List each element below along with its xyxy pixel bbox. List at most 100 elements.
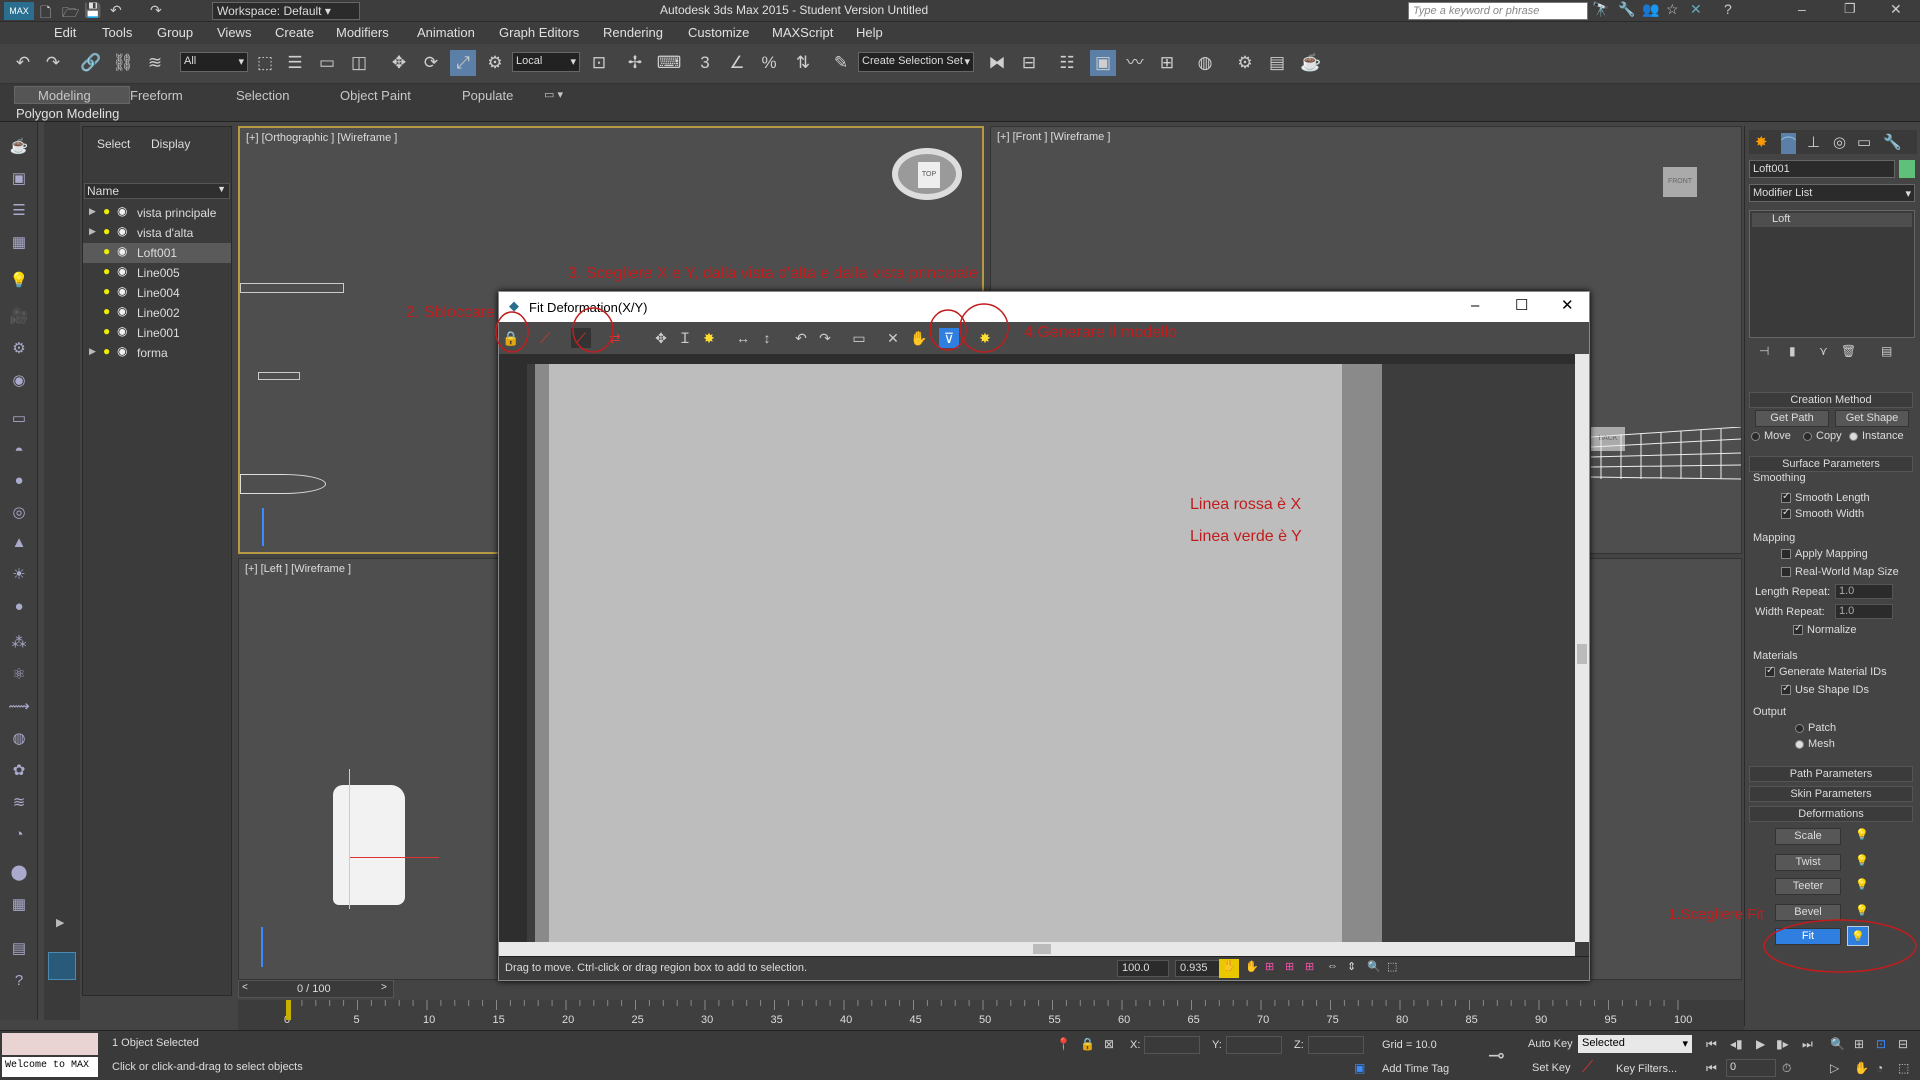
rotate-icon[interactable]: ⟳ — [418, 50, 444, 76]
viewcube-face[interactable]: FRONT — [1663, 167, 1697, 197]
named-selection-dropdown[interactable]: Create Selection Set ▾ — [858, 52, 974, 72]
tab-freeform[interactable]: Freeform — [130, 88, 183, 103]
time-tag-icon[interactable]: ▣ — [1354, 1061, 1365, 1075]
bulb-icon[interactable]: ● — [103, 224, 110, 238]
fit-lightbulb-icon[interactable]: 💡 — [1847, 926, 1869, 946]
get-shape-icon[interactable]: ⊽ — [939, 328, 959, 348]
modifier-list-dropdown[interactable]: Modifier List ▾ — [1749, 184, 1915, 202]
zoom-horizontal-extents-icon[interactable]: ⊞ — [1285, 960, 1294, 973]
angle-snap-icon[interactable]: ∠ — [724, 50, 750, 76]
lightbulb-icon[interactable]: 💡 — [1855, 854, 1869, 867]
menu-modifiers[interactable]: Modifiers — [336, 25, 389, 40]
expand-icon[interactable]: ▶ — [89, 226, 96, 237]
key-tangent-icon[interactable]: ⟋ — [1582, 1059, 1593, 1077]
timeline-ruler[interactable]: 0510152025303540455055606570758085909510… — [238, 1000, 1744, 1030]
list-item[interactable]: ▶ ● ◉ vista d'alta — [83, 223, 231, 243]
fov-icon[interactable]: ▷ — [1830, 1061, 1839, 1075]
menu-animation[interactable]: Animation — [417, 25, 475, 40]
dome-icon[interactable]: ◓ — [8, 440, 30, 462]
community-icon[interactable]: 👥 — [1642, 1, 1659, 18]
scale-icon[interactable]: ⤢ — [450, 50, 476, 76]
render-icon[interactable]: ◉ — [8, 370, 30, 392]
panel-icon[interactable]: ▣ — [8, 168, 30, 190]
absolute-mode-icon[interactable]: ⊠ — [1104, 1037, 1114, 1051]
play-animation-icon[interactable]: ▶ — [1756, 1037, 1765, 1051]
explorer-toggle-icon[interactable] — [48, 952, 76, 980]
make-unique-icon[interactable]: ⋎ — [1819, 344, 1828, 358]
molecule-icon[interactable]: ⚛ — [8, 664, 30, 686]
rendered-frame-icon[interactable]: ▤ — [1264, 50, 1290, 76]
lightbulb-icon[interactable]: 💡 — [1855, 904, 1869, 917]
tab-selection[interactable]: Selection — [236, 88, 289, 103]
get-path-button[interactable]: Get Path — [1755, 410, 1829, 427]
material-editor-icon[interactable]: ◍ — [1192, 50, 1218, 76]
smooth-width-checkbox[interactable]: Smooth Width — [1781, 507, 1864, 520]
welcome-field[interactable]: Welcome to MAX — [2, 1057, 98, 1077]
list-item[interactable]: ● ◉ Line004 — [83, 283, 231, 303]
minimize-icon[interactable]: – — [1798, 1, 1806, 17]
teeter-deform-button[interactable]: Teeter — [1775, 878, 1841, 895]
box-icon[interactable]: ▦ — [8, 232, 30, 254]
maximize-viewport-icon[interactable]: ⬚ — [1898, 1061, 1909, 1075]
align-icon[interactable]: ⊟ — [1016, 50, 1042, 76]
rollout-creation-method[interactable]: Creation Method — [1749, 392, 1913, 408]
redo-icon[interactable]: ↷ — [40, 50, 66, 76]
bulb-icon[interactable]: ● — [103, 304, 110, 318]
zoom-all-icon[interactable]: ⊞ — [1854, 1037, 1864, 1051]
scale-control-point-icon[interactable]: Ｉ — [675, 328, 695, 348]
length-repeat-field[interactable]: 1.0 — [1835, 584, 1893, 599]
utilities-tab-icon[interactable]: 🔧 — [1883, 133, 1902, 151]
move-radio[interactable]: Move — [1751, 430, 1791, 442]
star-icon[interactable]: ☆ — [1666, 1, 1679, 18]
menu-views[interactable]: Views — [217, 25, 251, 40]
zoom-horizontal-icon[interactable]: ⇔ — [1327, 960, 1338, 972]
time-prev-icon[interactable]: < — [242, 982, 248, 993]
save-file-icon[interactable]: 💾 — [84, 2, 101, 19]
dialog-title-bar[interactable]: ◆ Fit Deformation(X/Y) – ☐ ✕ — [499, 292, 1589, 322]
rollout-path-parameters[interactable]: Path Parameters — [1749, 766, 1913, 782]
light-icon[interactable]: 💡 — [8, 270, 30, 292]
max-logo-icon[interactable]: MAX — [4, 2, 34, 20]
move-control-point-icon[interactable]: ✥ — [651, 328, 671, 348]
list-item[interactable]: ● ◉ Line005 — [83, 263, 231, 283]
binoculars-icon[interactable]: 🔭 — [1592, 1, 1609, 18]
render-setup-icon[interactable]: ⚙ — [1232, 50, 1258, 76]
swap-curves-icon[interactable]: ⇄ — [605, 328, 625, 348]
stack-item[interactable]: Loft — [1752, 213, 1912, 227]
fit-deform-button[interactable]: Fit — [1775, 928, 1841, 945]
real-world-checkbox[interactable]: Real-World Map Size — [1781, 566, 1899, 578]
tab-populate[interactable]: Populate — [462, 88, 513, 103]
menu-customize[interactable]: Customize — [688, 25, 749, 40]
goto-end-icon[interactable]: ⏭ — [1802, 1037, 1813, 1052]
select-object-icon[interactable]: ⬚ — [252, 50, 278, 76]
unlink-icon[interactable]: ⛓ — [110, 50, 136, 76]
set-key-icon[interactable]: ⊸ — [1488, 1043, 1505, 1068]
lightbulb-icon[interactable]: 💡 — [1855, 828, 1869, 841]
help-circle-icon[interactable]: ? — [8, 970, 30, 992]
menu-tools[interactable]: Tools — [102, 25, 132, 40]
ribbon-options-icon[interactable]: ▭ ▾ — [544, 88, 563, 101]
goto-start-icon[interactable]: ⏮ — [1706, 1037, 1717, 1052]
cone-icon[interactable]: ▲ — [8, 532, 30, 554]
exchange-icon[interactable]: ✕ — [1690, 1, 1702, 18]
expand-icon[interactable]: ▶ — [89, 346, 96, 357]
display-xy-axes-icon[interactable]: ⟋ — [571, 328, 591, 348]
shape-icon[interactable]: ◉ — [117, 264, 127, 278]
zoom-vertical-icon[interactable]: ⇕ — [1347, 960, 1356, 973]
undo-icon[interactable]: ↶ — [10, 50, 36, 76]
eye-icon[interactable]: ◉ — [117, 344, 127, 358]
dialog-maximize-icon[interactable]: ☐ — [1515, 296, 1528, 314]
auto-key-button[interactable]: Auto Key — [1528, 1038, 1573, 1050]
scale-deform-button[interactable]: Scale — [1775, 828, 1841, 845]
modify-tab-icon[interactable]: ⌒ — [1781, 133, 1797, 154]
list-item[interactable]: ▶ ● ◉ forma — [83, 343, 231, 363]
pan-view-icon[interactable]: ✋ — [1854, 1061, 1869, 1075]
rotate-ccw-icon[interactable]: ↶ — [791, 328, 811, 348]
time-slider[interactable]: < 0 / 100 > — [238, 980, 394, 998]
time-config-icon[interactable]: ⏱ — [1782, 1061, 1791, 1076]
sun-icon[interactable]: ☀ — [8, 564, 30, 586]
window-crossing-icon[interactable]: ◫ — [346, 50, 372, 76]
list-item[interactable]: ▶ ● ◉ vista principale — [83, 203, 231, 223]
bulb-icon[interactable]: ● — [103, 284, 110, 298]
globe-icon[interactable]: ◍ — [8, 728, 30, 750]
